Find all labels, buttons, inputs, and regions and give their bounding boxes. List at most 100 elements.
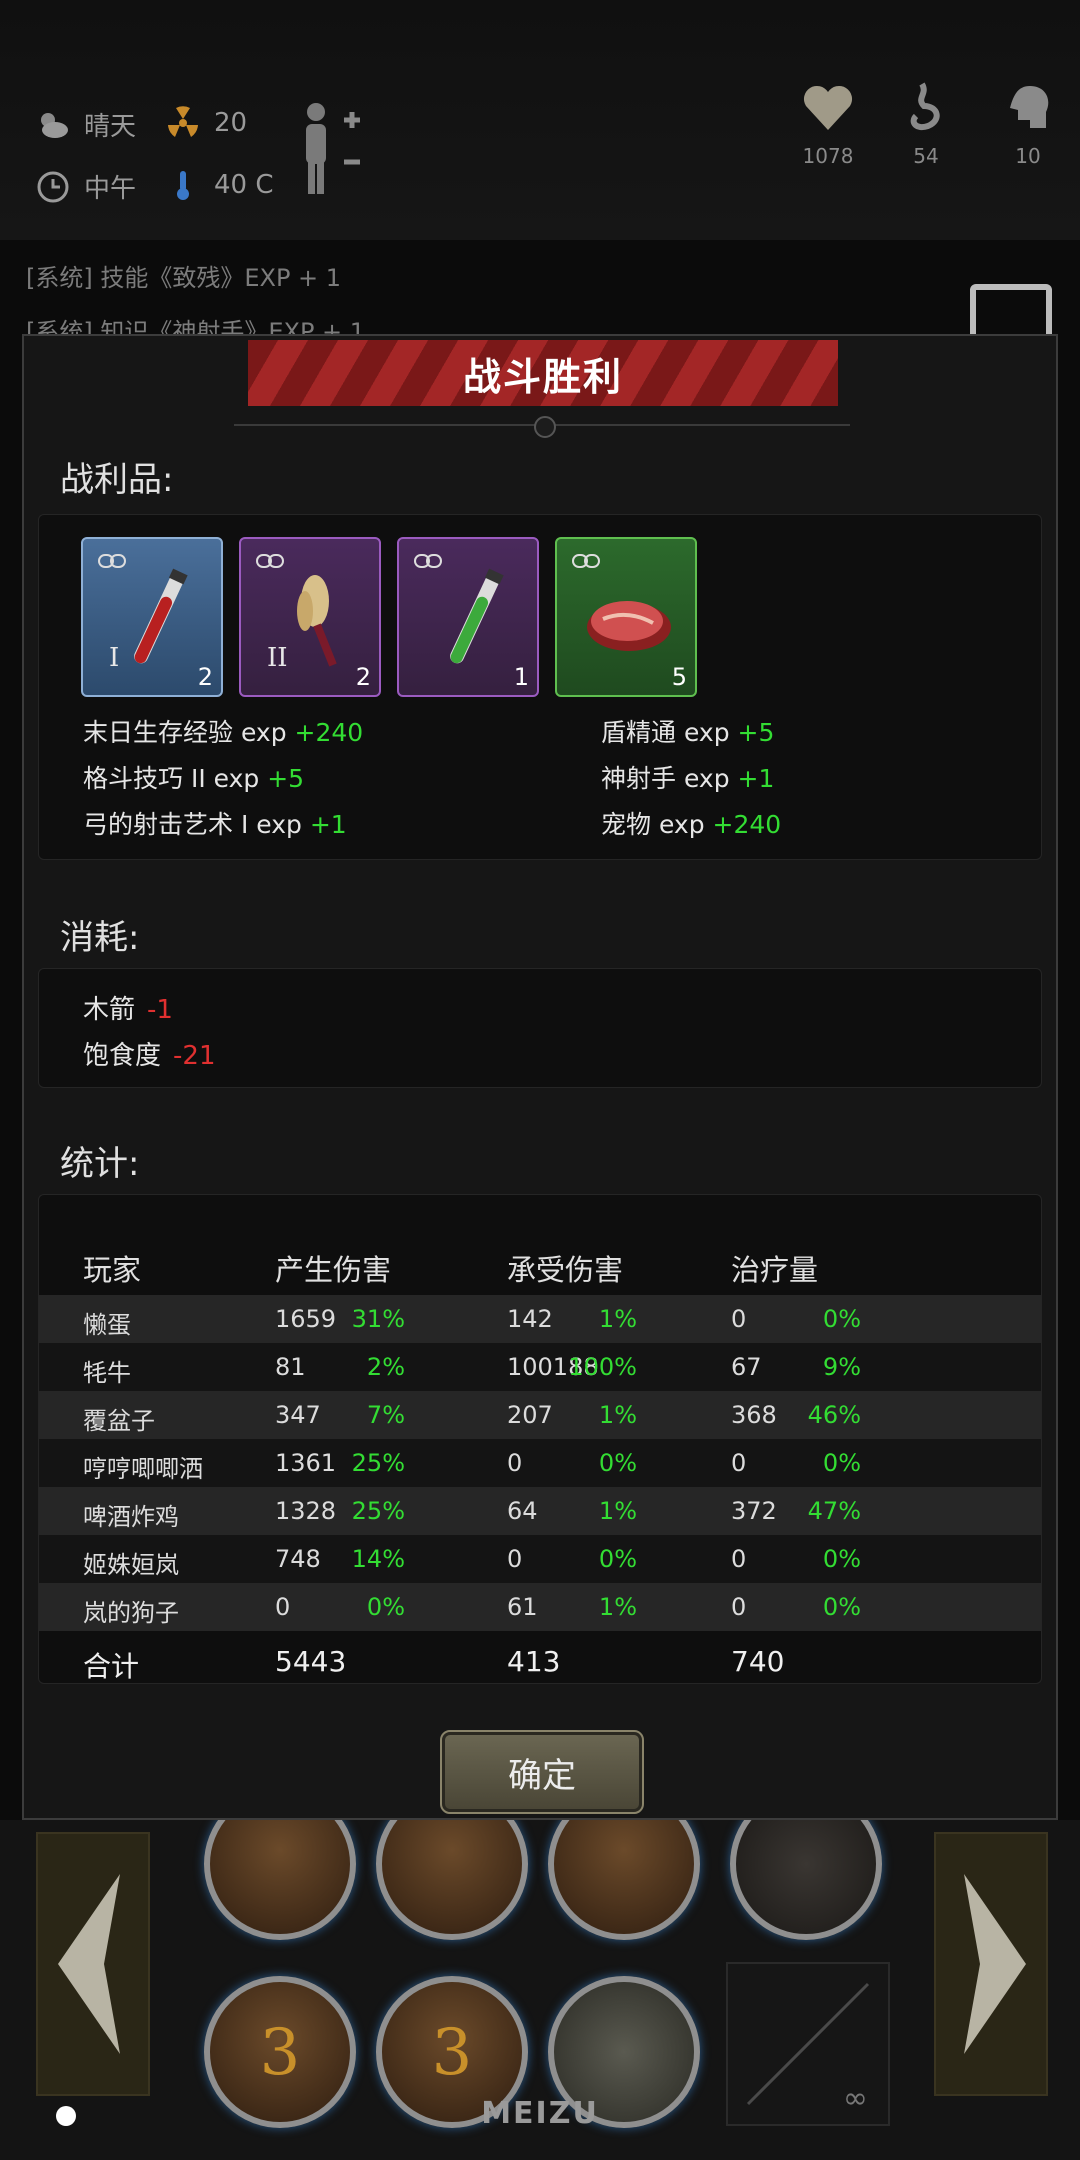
battle-result-dialog: 战斗胜利 战利品: I 2 II 2 1 5 末日生存经验 exp +240 盾… bbox=[22, 334, 1058, 1820]
stats-row: 啤酒炸鸡 1328 25% 64 1% 372 47% bbox=[39, 1487, 1041, 1535]
consume-section-title: 消耗: bbox=[60, 918, 140, 958]
radiation-emblem-icon bbox=[534, 416, 556, 438]
stats-heal: 0 bbox=[731, 1305, 747, 1333]
exp-gain-row: 神射手 exp +1 bbox=[601, 764, 775, 793]
radiation-icon bbox=[168, 106, 198, 137]
stats-row: 覆盆子 347 7% 207 1% 368 46% bbox=[39, 1391, 1041, 1439]
stats-section-title: 统计: bbox=[60, 1144, 140, 1184]
device-brand: MEIZU bbox=[481, 2096, 599, 2131]
stats-heal: 0 bbox=[731, 1593, 747, 1621]
stats-heal: 368 bbox=[731, 1401, 777, 1429]
stats-player: 牦牛 bbox=[83, 1359, 131, 1387]
loot-tier: II bbox=[267, 643, 288, 673]
bone-feather-icon bbox=[297, 575, 337, 667]
stats-taken-pct: 0% bbox=[598, 1449, 637, 1477]
total-taken: 413 bbox=[507, 1645, 561, 1678]
stats-heal-pct: 0% bbox=[822, 1545, 861, 1573]
stats-taken: 207 bbox=[507, 1401, 553, 1429]
col-header-damage: 产生伤害 bbox=[275, 1253, 392, 1287]
loot-qty: 5 bbox=[671, 663, 687, 691]
chevron-right-icon bbox=[964, 1874, 1026, 2054]
stats-panel: 玩家 产生伤害 承受伤害 治疗量 懒蛋 1659 31% 142 1% 0 0% 牦牛 81 2%… bbox=[38, 1194, 1042, 1684]
stats-player: 姬姝姮岚 bbox=[83, 1551, 179, 1579]
stats-damage-pct: 7% bbox=[366, 1401, 405, 1429]
stats-damage-pct: 31% bbox=[351, 1305, 405, 1333]
col-header-taken: 承受伤害 bbox=[507, 1253, 624, 1287]
confirm-button[interactable]: 确定 bbox=[440, 1730, 644, 1814]
log-line: [系统] 技能《致残》EXP + 1 bbox=[26, 264, 342, 292]
stats-damage-pct: 14% bbox=[351, 1545, 405, 1573]
home-indicator[interactable] bbox=[56, 2106, 76, 2126]
stats-player: 岚的狗子 bbox=[83, 1599, 179, 1627]
chevron-left-icon bbox=[58, 1874, 120, 2054]
loot-qty: 2 bbox=[197, 663, 213, 691]
skill-count: 3 bbox=[431, 2016, 473, 2090]
stats-heal: 0 bbox=[731, 1449, 747, 1477]
stats-damage-pct: 2% bbox=[366, 1353, 405, 1381]
total-damage: 5443 bbox=[275, 1645, 347, 1678]
sanity-value: 10 bbox=[1015, 144, 1041, 168]
stats-player: 哼哼唧唧洒 bbox=[83, 1455, 203, 1483]
stats-row: 牦牛 81 2% 100188 100% 67 9% bbox=[39, 1343, 1041, 1391]
stats-row: 岚的狗子 0 0% 61 1% 0 0% bbox=[39, 1583, 1041, 1631]
exp-gain-row: 格斗技巧 II exp +5 bbox=[83, 764, 305, 793]
sanity-stat: 10 bbox=[978, 80, 1078, 168]
stats-taken: 0 bbox=[507, 1545, 523, 1573]
loot-qty: 1 bbox=[513, 663, 529, 691]
cloud-sun-icon bbox=[41, 112, 68, 138]
next-arrow-button[interactable] bbox=[934, 1832, 1048, 2096]
stats-row: 姬姝姮岚 748 14% 0 0% 0 0% bbox=[39, 1535, 1041, 1583]
thermometer-icon bbox=[177, 171, 189, 200]
loot-item[interactable]: I 2 bbox=[81, 537, 223, 697]
stats-total-row: 合计 5443 413 740 bbox=[39, 1639, 1041, 1687]
exp-gain-row: 弓的射击艺术 I exp +1 bbox=[83, 810, 347, 839]
blood-vial-icon bbox=[134, 568, 188, 664]
heart-icon bbox=[803, 85, 853, 130]
prev-arrow-button[interactable] bbox=[36, 1832, 150, 2096]
stats-row: 懒蛋 1659 31% 142 1% 0 0% bbox=[39, 1295, 1041, 1343]
total-heal: 740 bbox=[731, 1645, 785, 1678]
stats-taken: 0 bbox=[507, 1449, 523, 1477]
loot-item[interactable]: II 2 bbox=[239, 537, 381, 697]
body-status-icon[interactable] bbox=[296, 100, 366, 200]
consume-row: 饱食度 -21 bbox=[83, 1041, 216, 1071]
stats-heal: 0 bbox=[731, 1545, 747, 1573]
stats-row: 哼哼唧唧洒 1361 25% 0 0% 0 0% bbox=[39, 1439, 1041, 1487]
loot-item[interactable]: 5 bbox=[555, 537, 697, 697]
stats-player: 懒蛋 bbox=[83, 1311, 131, 1339]
exp-gain-row: 末日生存经验 exp +240 bbox=[83, 718, 364, 747]
health-stat: 1078 bbox=[778, 80, 878, 168]
link-icon bbox=[572, 554, 600, 568]
col-header-player: 玩家 bbox=[83, 1253, 142, 1287]
total-label: 合计 bbox=[83, 1650, 140, 1683]
loot-tier: I bbox=[109, 643, 120, 673]
hunger-stat: 54 bbox=[876, 80, 976, 168]
stats-player: 覆盆子 bbox=[83, 1407, 155, 1435]
hunger-value: 54 bbox=[913, 144, 939, 168]
time-text: 中午 bbox=[84, 174, 137, 204]
stats-damage: 347 bbox=[275, 1401, 321, 1429]
loot-qty: 2 bbox=[355, 663, 371, 691]
stats-damage-pct: 0% bbox=[366, 1593, 405, 1621]
exp-gain-row: 盾精通 exp +5 bbox=[601, 718, 775, 747]
consume-row: 木箭 -1 bbox=[83, 995, 173, 1025]
dialog-title-bar: 战斗胜利 bbox=[248, 340, 838, 406]
meat-steak-icon bbox=[587, 601, 671, 651]
temperature-value: 40 C bbox=[214, 170, 274, 200]
stats-taken: 64 bbox=[507, 1497, 538, 1525]
stats-taken: 142 bbox=[507, 1305, 553, 1333]
stats-damage-pct: 25% bbox=[351, 1497, 405, 1525]
stats-player: 啤酒炸鸡 bbox=[83, 1503, 179, 1531]
stats-taken-pct: 1% bbox=[598, 1497, 637, 1525]
head-brain-icon bbox=[1010, 86, 1049, 128]
stats-taken: 61 bbox=[507, 1593, 538, 1621]
status-hud: 晴天 20 中午 40 C 1078 54 10 bbox=[0, 0, 1080, 240]
stats-damage-pct: 25% bbox=[351, 1449, 405, 1477]
radiation-value: 20 bbox=[214, 108, 248, 138]
stats-heal-pct: 46% bbox=[807, 1401, 861, 1429]
stats-heal: 372 bbox=[731, 1497, 777, 1525]
loot-item[interactable]: 1 bbox=[397, 537, 539, 697]
radiation-status: 20 bbox=[166, 106, 247, 140]
temperature-status: 40 C bbox=[166, 168, 274, 202]
stats-taken-pct: 1% bbox=[598, 1401, 637, 1429]
